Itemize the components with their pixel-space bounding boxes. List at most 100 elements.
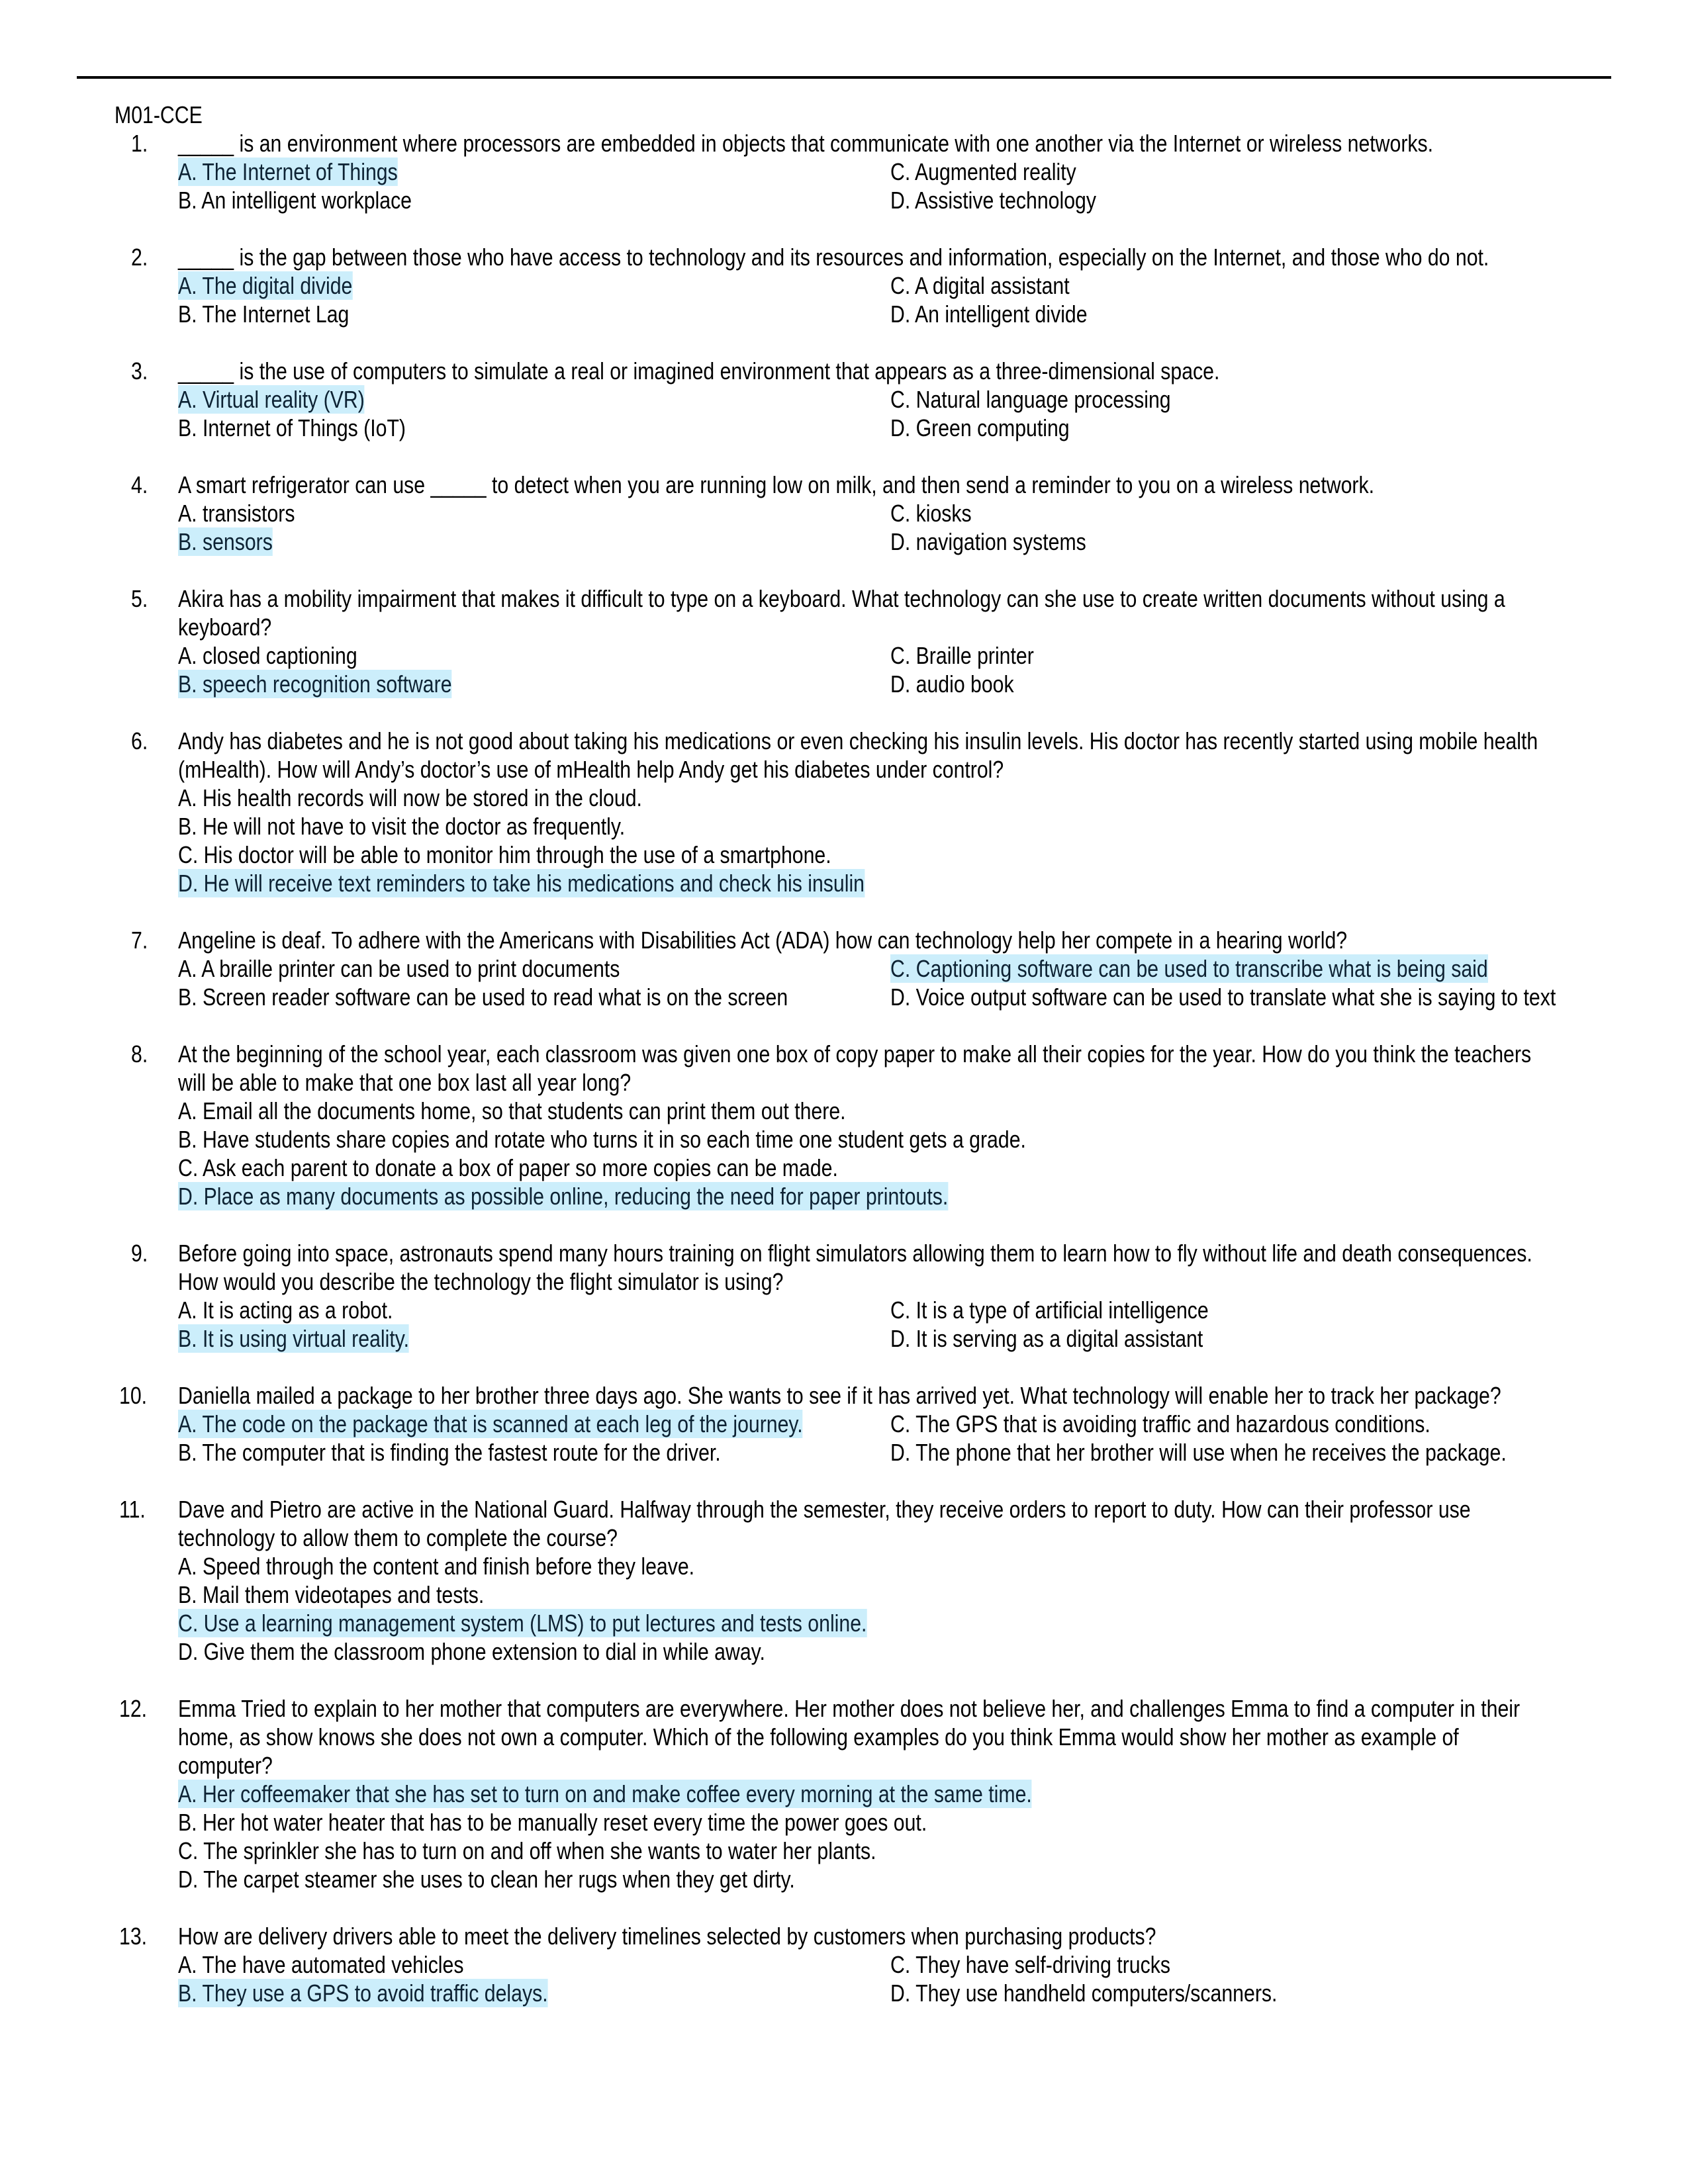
question-stem-line: 13. How are delivery drivers able to meet… <box>0 1922 1688 1950</box>
answer-row: B. The Internet Lag D. An intelligent div… <box>0 300 1688 328</box>
question-item: 12. Emma Tried to explain to her mother t… <box>0 1694 1688 1893</box>
answer-option: B. Have students share copies and rotate… <box>178 1126 1026 1153</box>
question-number: 5. <box>131 585 148 612</box>
question-stem: _____ is the use of computers to simulat… <box>178 357 1220 385</box>
answer-row: B. Screen reader software can be used to… <box>0 983 1688 1011</box>
question-stem-line: (mHealth). How will Andy’s doctor’s use … <box>0 755 1688 784</box>
answer-option: C. The sprinkler she has to turn on and … <box>178 1837 876 1864</box>
answer-row: D. Place as many documents as possible o… <box>0 1182 1688 1210</box>
answer-option-correct: D. He will receive text reminders to tak… <box>178 869 865 897</box>
question-number: 9. <box>131 1240 148 1267</box>
question-stem: _____ is the gap between those who have … <box>178 244 1489 271</box>
question-stem: (mHealth). How will Andy’s doctor’s use … <box>178 756 1004 783</box>
question-stem: Akira has a mobility impairment that mak… <box>178 585 1505 612</box>
question-number: 13. <box>119 1923 148 1950</box>
answer-row: D. Give them the classroom phone extensi… <box>0 1637 1688 1666</box>
question-stem-line: 6. Andy has diabetes and he is not good a… <box>0 727 1688 755</box>
question-number: 12. <box>119 1695 148 1722</box>
question-item: 3. _____ is the use of computers to simul… <box>0 357 1688 442</box>
answer-option: C. The GPS that is avoiding traffic and … <box>890 1410 1430 1437</box>
answer-option: D. The carpet steamer she uses to clean … <box>178 1866 795 1893</box>
answer-row: C. The sprinkler she has to turn on and … <box>0 1837 1688 1865</box>
question-item: 2. _____ is the gap between those who hav… <box>0 243 1688 328</box>
answer-row: B. Mail them videotapes and tests. <box>0 1580 1688 1609</box>
answer-row: C. Use a learning management system (LMS… <box>0 1609 1688 1637</box>
answer-row: A. The code on the package that is scann… <box>0 1410 1688 1438</box>
question-stem: Daniella mailed a package to her brother… <box>178 1382 1501 1409</box>
answer-row: C. His doctor will be able to monitor hi… <box>0 841 1688 869</box>
answer-option-correct: C. Use a learning management system (LMS… <box>178 1609 867 1637</box>
answer-row: A. The have automated vehicles C. They ha… <box>0 1950 1688 1979</box>
question-stem: keyboard? <box>178 614 272 641</box>
question-stem-line: home, as show knows she does not own a c… <box>0 1723 1688 1751</box>
question-stem: Dave and Pietro are active in the Nation… <box>178 1496 1471 1523</box>
answer-row: A. Email all the documents home, so that… <box>0 1097 1688 1125</box>
answer-row: A. The Internet of Things C. Augmented re… <box>0 158 1688 186</box>
question-item: 9. Before going into space, astronauts sp… <box>0 1239 1688 1353</box>
question-stem: Before going into space, astronauts spen… <box>178 1240 1532 1267</box>
answer-row: A. Virtual reality (VR) C. Natural langua… <box>0 385 1688 414</box>
answer-row: B. They use a GPS to avoid traffic delay… <box>0 1979 1688 2007</box>
answer-row: A. Speed through the content and finish … <box>0 1552 1688 1580</box>
header-rule <box>77 76 1611 79</box>
answer-option-correct: B. sensors <box>178 527 273 556</box>
question-number: 1. <box>131 130 148 157</box>
answer-row: B. sensors D. navigation systems <box>0 527 1688 556</box>
answer-option: D. It is serving as a digital assistant <box>890 1325 1203 1352</box>
answer-row: D. He will receive text reminders to tak… <box>0 869 1688 897</box>
answer-option: B. An intelligent workplace <box>178 187 412 214</box>
question-stem-line: 1. _____ is an environment where processo… <box>0 129 1688 158</box>
question-stem-line: will be able to make that one box last a… <box>0 1068 1688 1097</box>
answer-option: A. transistors <box>178 500 295 527</box>
question-stem: computer? <box>178 1752 273 1779</box>
question-number: 10. <box>119 1382 148 1409</box>
answer-row: A. It is acting as a robot. C. It is a ty… <box>0 1296 1688 1324</box>
answer-row: A. transistors C. kiosks <box>0 499 1688 527</box>
answer-row: B. Have students share copies and rotate… <box>0 1125 1688 1154</box>
question-stem-line: 10. Daniella mailed a package to her brot… <box>0 1381 1688 1410</box>
question-number: 6. <box>131 727 148 754</box>
question-stem-line: 11. Dave and Pietro are active in the Nat… <box>0 1495 1688 1524</box>
answer-option: C. They have self-driving trucks <box>890 1951 1170 1978</box>
answer-option: B. He will not have to visit the doctor … <box>178 813 626 840</box>
answer-option: D. Green computing <box>890 414 1070 441</box>
question-stem: A smart refrigerator can use _____ to de… <box>178 471 1374 498</box>
answer-option-correct: A. Her coffeemaker that she has set to t… <box>178 1780 1032 1808</box>
answer-option: C. A digital assistant <box>890 272 1070 299</box>
question-item: 4. A smart refrigerator can use _____ to … <box>0 471 1688 556</box>
answer-option-correct: A. The code on the package that is scann… <box>178 1410 803 1438</box>
answer-option: D. Voice output software can be used to … <box>890 983 1556 1011</box>
question-stem-line: 5. Akira has a mobility impairment that m… <box>0 584 1688 613</box>
answer-option: C. kiosks <box>890 500 972 527</box>
answer-row: B. Internet of Things (IoT) D. Green comp… <box>0 414 1688 442</box>
answer-option: D. An intelligent divide <box>890 300 1088 328</box>
question-item: 13. How are delivery drivers able to meet… <box>0 1922 1688 2007</box>
question-item: 5. Akira has a mobility impairment that m… <box>0 584 1688 698</box>
answer-option-correct: A. The Internet of Things <box>178 158 398 186</box>
question-stem: Emma Tried to explain to her mother that… <box>178 1695 1521 1722</box>
question-item: 8. At the beginning of the school year, e… <box>0 1040 1688 1210</box>
answer-option-correct: D. Place as many documents as possible o… <box>178 1182 949 1210</box>
question-number: 3. <box>131 357 148 385</box>
question-stem-line: 3. _____ is the use of computers to simul… <box>0 357 1688 385</box>
question-stem-line: 9. Before going into space, astronauts sp… <box>0 1239 1688 1267</box>
answer-option: A. A braille printer can be used to prin… <box>178 955 620 982</box>
answer-row: D. The carpet steamer she uses to clean … <box>0 1865 1688 1893</box>
answer-option-correct: B. They use a GPS to avoid traffic delay… <box>178 1979 548 2007</box>
answer-option: D. audio book <box>890 670 1014 698</box>
question-stem-line: 12. Emma Tried to explain to her mother t… <box>0 1694 1688 1723</box>
answer-row: A. Her coffeemaker that she has set to t… <box>0 1780 1688 1808</box>
question-stem: At the beginning of the school year, eac… <box>178 1040 1532 1068</box>
answer-option: D. navigation systems <box>890 528 1086 555</box>
question-stem: How are delivery drivers able to meet th… <box>178 1923 1156 1950</box>
answer-row: B. Her hot water heater that has to be m… <box>0 1808 1688 1837</box>
answer-option: B. Her hot water heater that has to be m… <box>178 1809 927 1836</box>
question-stem-line: computer? <box>0 1751 1688 1780</box>
question-number: 4. <box>131 471 148 498</box>
question-stem-line: 4. A smart refrigerator can use _____ to … <box>0 471 1688 499</box>
document-title: M01-CCE <box>115 101 203 128</box>
answer-option: C. It is a type of artificial intelligen… <box>890 1297 1209 1324</box>
answer-row: B. It is using virtual reality. D. It is … <box>0 1324 1688 1353</box>
answer-row: B. speech recognition software D. audio b… <box>0 670 1688 698</box>
question-number: 8. <box>131 1040 148 1068</box>
